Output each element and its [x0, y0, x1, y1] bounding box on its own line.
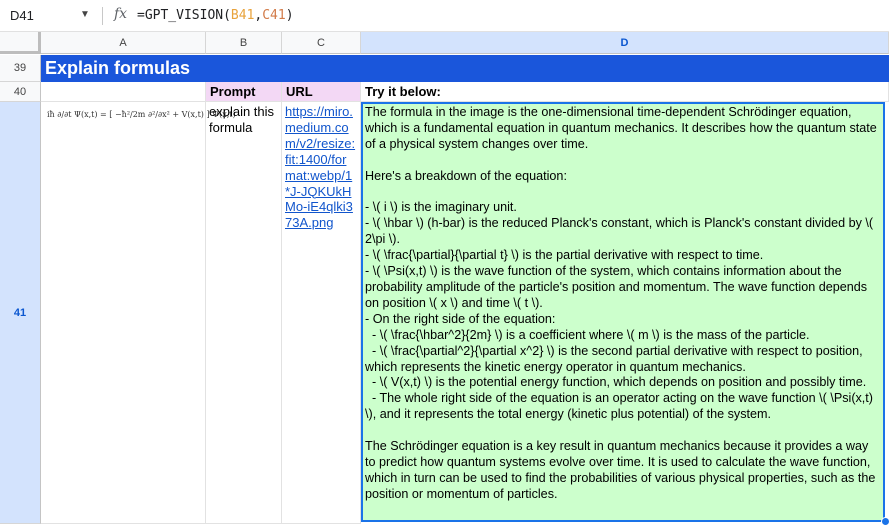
name-box[interactable]: D41: [10, 8, 34, 23]
row-header-40[interactable]: 40: [0, 82, 41, 102]
title-cell[interactable]: Explain formulas: [41, 55, 889, 82]
cell-d41[interactable]: The formula in the image is the one-dime…: [361, 102, 885, 522]
formula-bar-divider: [102, 7, 103, 25]
column-header-d[interactable]: D: [361, 32, 889, 54]
select-all-corner[interactable]: [0, 32, 41, 54]
chevron-down-icon[interactable]: ▼: [80, 9, 90, 20]
formula-bar: D41 ▼ fx =GPT_VISION(B41,C41): [0, 0, 889, 32]
cell-c41[interactable]: https://miro.medium.com/v2/resize:fit:14…: [282, 102, 361, 524]
cell-d40[interactable]: Try it below:: [361, 82, 889, 102]
cell-a41[interactable]: [41, 102, 206, 524]
cell-c40[interactable]: URL: [282, 82, 361, 102]
function-icon: fx: [114, 6, 128, 22]
column-header-a[interactable]: A: [41, 32, 206, 54]
formula-prefix: =GPT_VISION(: [137, 8, 231, 23]
fill-handle[interactable]: [881, 517, 889, 526]
url-link[interactable]: https://miro.medium.com/v2/resize:fit:14…: [285, 104, 355, 230]
row-header-39[interactable]: 39: [0, 55, 41, 82]
sheet-section-title: Explain formulas: [45, 58, 191, 78]
formula-suffix: ): [285, 8, 294, 23]
row-header-41[interactable]: 41: [0, 102, 41, 524]
formula-arg-2: C41: [262, 8, 286, 23]
formula-input[interactable]: =GPT_VISION(B41,C41): [137, 8, 294, 23]
column-header-c[interactable]: C: [282, 32, 361, 54]
cell-a40[interactable]: [41, 82, 206, 102]
formula-arg-1: B41: [230, 8, 255, 23]
column-header-b[interactable]: B: [206, 32, 282, 54]
cell-b41[interactable]: explain this formula: [206, 102, 282, 524]
cell-b40[interactable]: Prompt: [206, 82, 282, 102]
